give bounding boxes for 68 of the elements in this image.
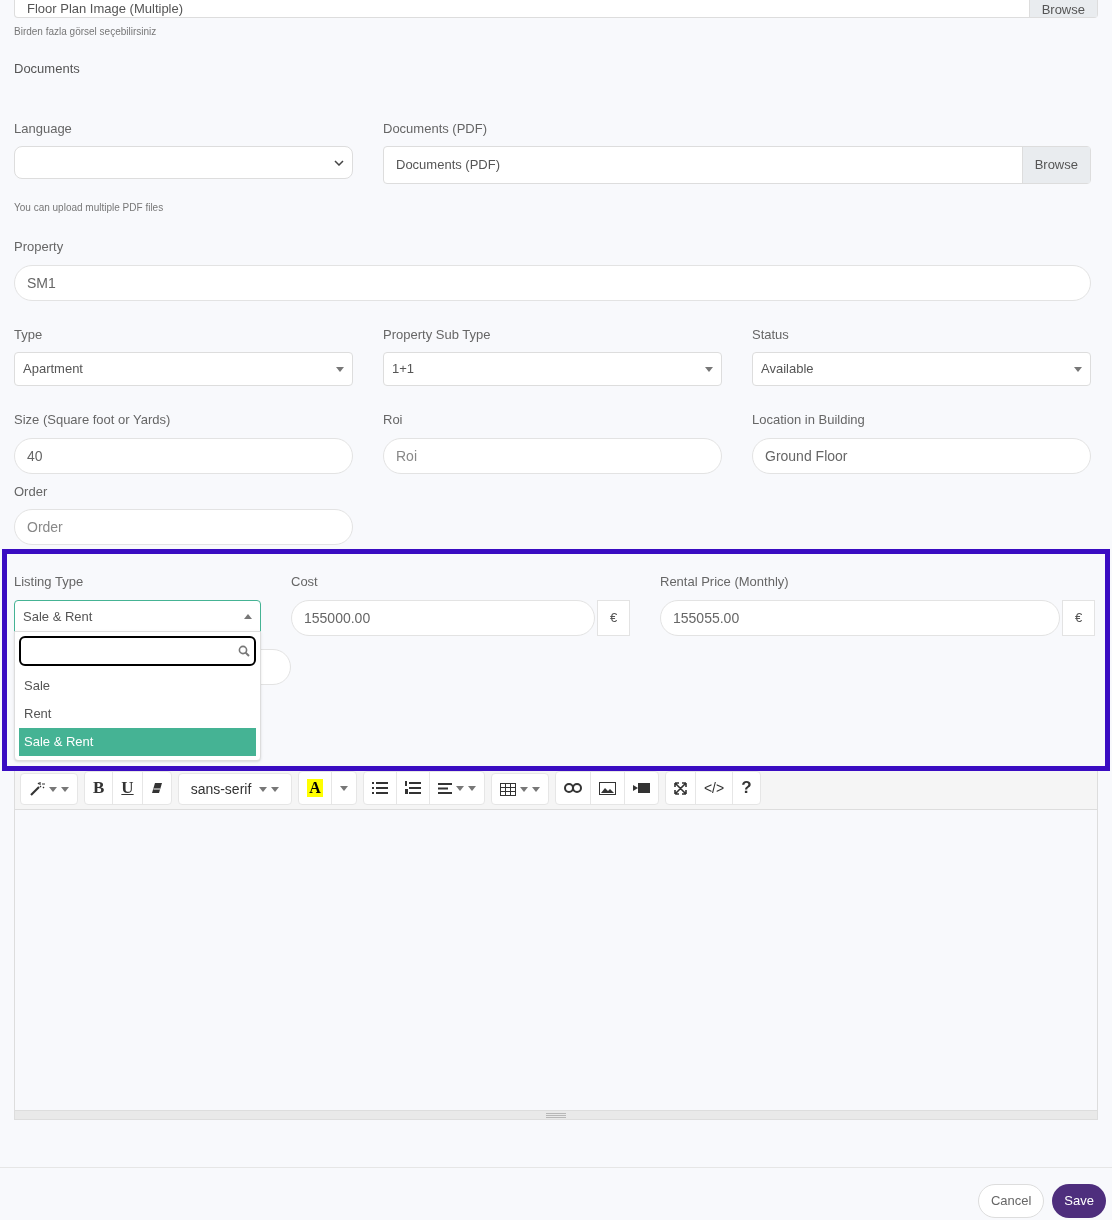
field-label: Roi xyxy=(383,411,404,429)
file-field-value: Floor Plan Image (Multiple) xyxy=(26,0,185,17)
highlight-color-button[interactable]: A xyxy=(299,772,332,804)
field-label: Size (Square foot or Yards) xyxy=(14,411,172,429)
select-field[interactable]: 1+1 xyxy=(383,352,722,386)
section-heading: Documents xyxy=(14,60,81,78)
hint-text: You can upload multiple PDF files xyxy=(14,201,165,215)
caret-icon xyxy=(705,366,713,372)
field-label: Rental Price (Monthly) xyxy=(660,573,790,591)
text-field[interactable]: Roi xyxy=(383,437,722,474)
text-field[interactable]: Ground Floor xyxy=(752,437,1091,474)
font-family-button[interactable]: sans-serif xyxy=(177,773,293,805)
browse-button[interactable]: Browse xyxy=(1028,0,1097,17)
browse-button[interactable]: Browse xyxy=(1021,147,1090,183)
caret-icon xyxy=(1074,366,1082,372)
field-label: Listing Type xyxy=(14,573,85,591)
field-label: Language xyxy=(14,119,73,138)
bullet-list-icon xyxy=(371,782,388,794)
dropdown-option[interactable]: Rent xyxy=(19,700,256,728)
resize-handle[interactable] xyxy=(15,1110,1097,1119)
text-field[interactable]: SM1 xyxy=(14,264,1091,301)
numbered-list-icon xyxy=(404,781,421,795)
magic-wand-icon xyxy=(29,781,45,797)
text-field[interactable]: 155055.00 xyxy=(660,599,1060,636)
field-label: Location in Building xyxy=(752,411,866,429)
select-field[interactable]: Available xyxy=(752,352,1091,386)
search-field[interactable] xyxy=(19,636,256,666)
hint-text: Birden fazla görsel seçebilirsiniz xyxy=(14,25,158,39)
caret-icon xyxy=(336,366,344,372)
video-camera-icon xyxy=(632,783,650,793)
text-field[interactable]: 155000.00 xyxy=(291,599,595,636)
fullscreen-icon xyxy=(673,781,687,795)
field-label: Documents (PDF) xyxy=(383,119,489,138)
search-icon xyxy=(238,645,250,657)
field-label: Property Sub Type xyxy=(383,325,492,344)
help-button[interactable]: ? xyxy=(733,772,760,804)
align-left-icon xyxy=(437,782,452,794)
field-label: Order xyxy=(14,482,49,501)
file-field[interactable]: Floor Plan Image (Multiple) Browse xyxy=(14,0,1098,18)
dropdown-option[interactable]: Sale xyxy=(19,672,256,700)
table-icon xyxy=(499,782,516,796)
field-label: Property xyxy=(14,238,65,256)
code-view-button[interactable]: </> xyxy=(695,772,734,804)
currency-addon: € xyxy=(1062,599,1095,636)
field-label: Status xyxy=(752,325,790,344)
currency-addon: € xyxy=(597,599,630,636)
link-icon xyxy=(563,783,582,793)
chevron-icon xyxy=(334,159,344,166)
table-button[interactable] xyxy=(490,773,549,805)
file-field[interactable]: Documents (PDF) Browse xyxy=(383,146,1091,184)
grip-icon xyxy=(546,1112,566,1118)
text-field[interactable]: 40 xyxy=(14,437,353,474)
eraser-icon xyxy=(150,782,163,794)
listing-type-select[interactable]: Sale & Rent xyxy=(14,599,261,634)
caret-icon xyxy=(244,614,252,619)
image-icon xyxy=(598,781,616,795)
field-label: Cost xyxy=(291,573,319,591)
field-label: Type xyxy=(14,325,44,344)
file-field-value: Documents (PDF) xyxy=(395,156,502,175)
bold-button[interactable]: B xyxy=(85,772,114,804)
text-editor[interactable]: B U sans-serif A </> ? xyxy=(14,771,1098,1120)
select-field[interactable]: Apartment xyxy=(14,352,353,386)
text-field[interactable]: Order xyxy=(14,509,353,545)
magic-wand-button[interactable] xyxy=(20,773,78,805)
caret-icon xyxy=(339,785,348,791)
underline-button[interactable]: U xyxy=(113,772,143,804)
cancel-button[interactable]: Cancel xyxy=(977,1184,1045,1218)
save-button[interactable]: Save xyxy=(1052,1184,1106,1218)
